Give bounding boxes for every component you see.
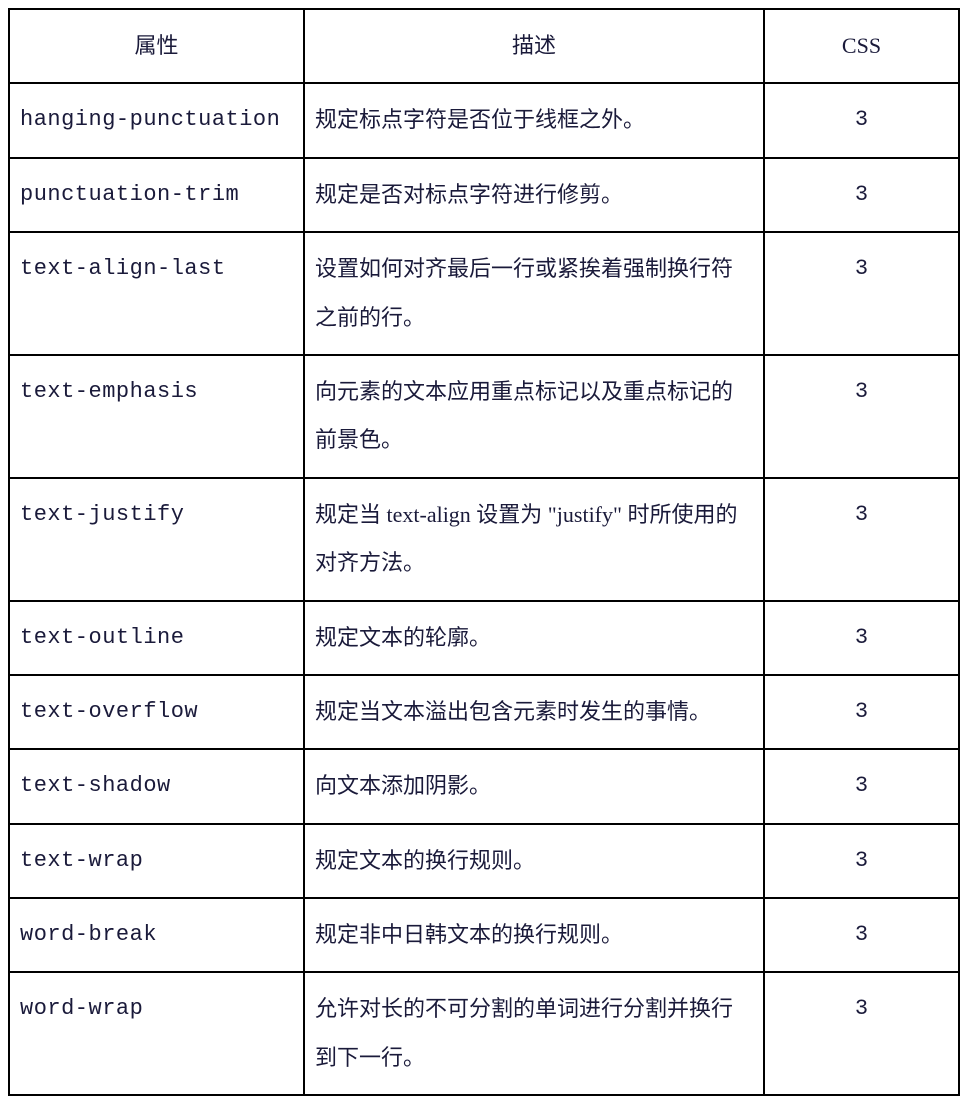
cell-property: text-emphasis xyxy=(9,355,304,478)
cell-css: 3 xyxy=(764,898,959,972)
cell-css: 3 xyxy=(764,972,959,1095)
cell-property: word-wrap xyxy=(9,972,304,1095)
cell-css: 3 xyxy=(764,232,959,355)
table-row: hanging-punctuation 规定标点字符是否位于线框之外。 3 xyxy=(9,83,959,157)
cell-description: 规定当文本溢出包含元素时发生的事情。 xyxy=(304,675,764,749)
table-header-row: 属性 描述 CSS xyxy=(9,9,959,83)
cell-property: text-wrap xyxy=(9,824,304,898)
cell-css: 3 xyxy=(764,478,959,601)
cell-description: 规定当 text-align 设置为 "justify" 时所使用的对齐方法。 xyxy=(304,478,764,601)
css-properties-table: 属性 描述 CSS hanging-punctuation 规定标点字符是否位于… xyxy=(8,8,960,1096)
cell-css: 3 xyxy=(764,83,959,157)
table-row: word-break 规定非中日韩文本的换行规则。 3 xyxy=(9,898,959,972)
table-row: text-outline 规定文本的轮廓。 3 xyxy=(9,601,959,675)
table-row: text-align-last 设置如何对齐最后一行或紧挨着强制换行符之前的行。… xyxy=(9,232,959,355)
cell-description: 规定非中日韩文本的换行规则。 xyxy=(304,898,764,972)
cell-css: 3 xyxy=(764,749,959,823)
cell-description: 规定是否对标点字符进行修剪。 xyxy=(304,158,764,232)
table-row: text-overflow 规定当文本溢出包含元素时发生的事情。 3 xyxy=(9,675,959,749)
cell-description: 设置如何对齐最后一行或紧挨着强制换行符之前的行。 xyxy=(304,232,764,355)
cell-property: text-justify xyxy=(9,478,304,601)
table-row: text-emphasis 向元素的文本应用重点标记以及重点标记的前景色。 3 xyxy=(9,355,959,478)
cell-css: 3 xyxy=(764,824,959,898)
header-css: CSS xyxy=(764,9,959,83)
cell-css: 3 xyxy=(764,355,959,478)
cell-css: 3 xyxy=(764,158,959,232)
cell-description: 规定标点字符是否位于线框之外。 xyxy=(304,83,764,157)
table-body: hanging-punctuation 规定标点字符是否位于线框之外。 3 pu… xyxy=(9,83,959,1095)
header-property: 属性 xyxy=(9,9,304,83)
cell-description: 规定文本的轮廓。 xyxy=(304,601,764,675)
cell-property: punctuation-trim xyxy=(9,158,304,232)
cell-description: 允许对长的不可分割的单词进行分割并换行到下一行。 xyxy=(304,972,764,1095)
cell-css: 3 xyxy=(764,601,959,675)
cell-css: 3 xyxy=(764,675,959,749)
cell-property: hanging-punctuation xyxy=(9,83,304,157)
cell-property: text-align-last xyxy=(9,232,304,355)
cell-description: 规定文本的换行规则。 xyxy=(304,824,764,898)
cell-property: word-break xyxy=(9,898,304,972)
table-row: text-wrap 规定文本的换行规则。 3 xyxy=(9,824,959,898)
cell-property: text-overflow xyxy=(9,675,304,749)
cell-description: 向文本添加阴影。 xyxy=(304,749,764,823)
cell-property: text-outline xyxy=(9,601,304,675)
table-row: text-shadow 向文本添加阴影。 3 xyxy=(9,749,959,823)
table-row: word-wrap 允许对长的不可分割的单词进行分割并换行到下一行。 3 xyxy=(9,972,959,1095)
cell-property: text-shadow xyxy=(9,749,304,823)
header-description: 描述 xyxy=(304,9,764,83)
table-row: punctuation-trim 规定是否对标点字符进行修剪。 3 xyxy=(9,158,959,232)
cell-description: 向元素的文本应用重点标记以及重点标记的前景色。 xyxy=(304,355,764,478)
table-row: text-justify 规定当 text-align 设置为 "justify… xyxy=(9,478,959,601)
